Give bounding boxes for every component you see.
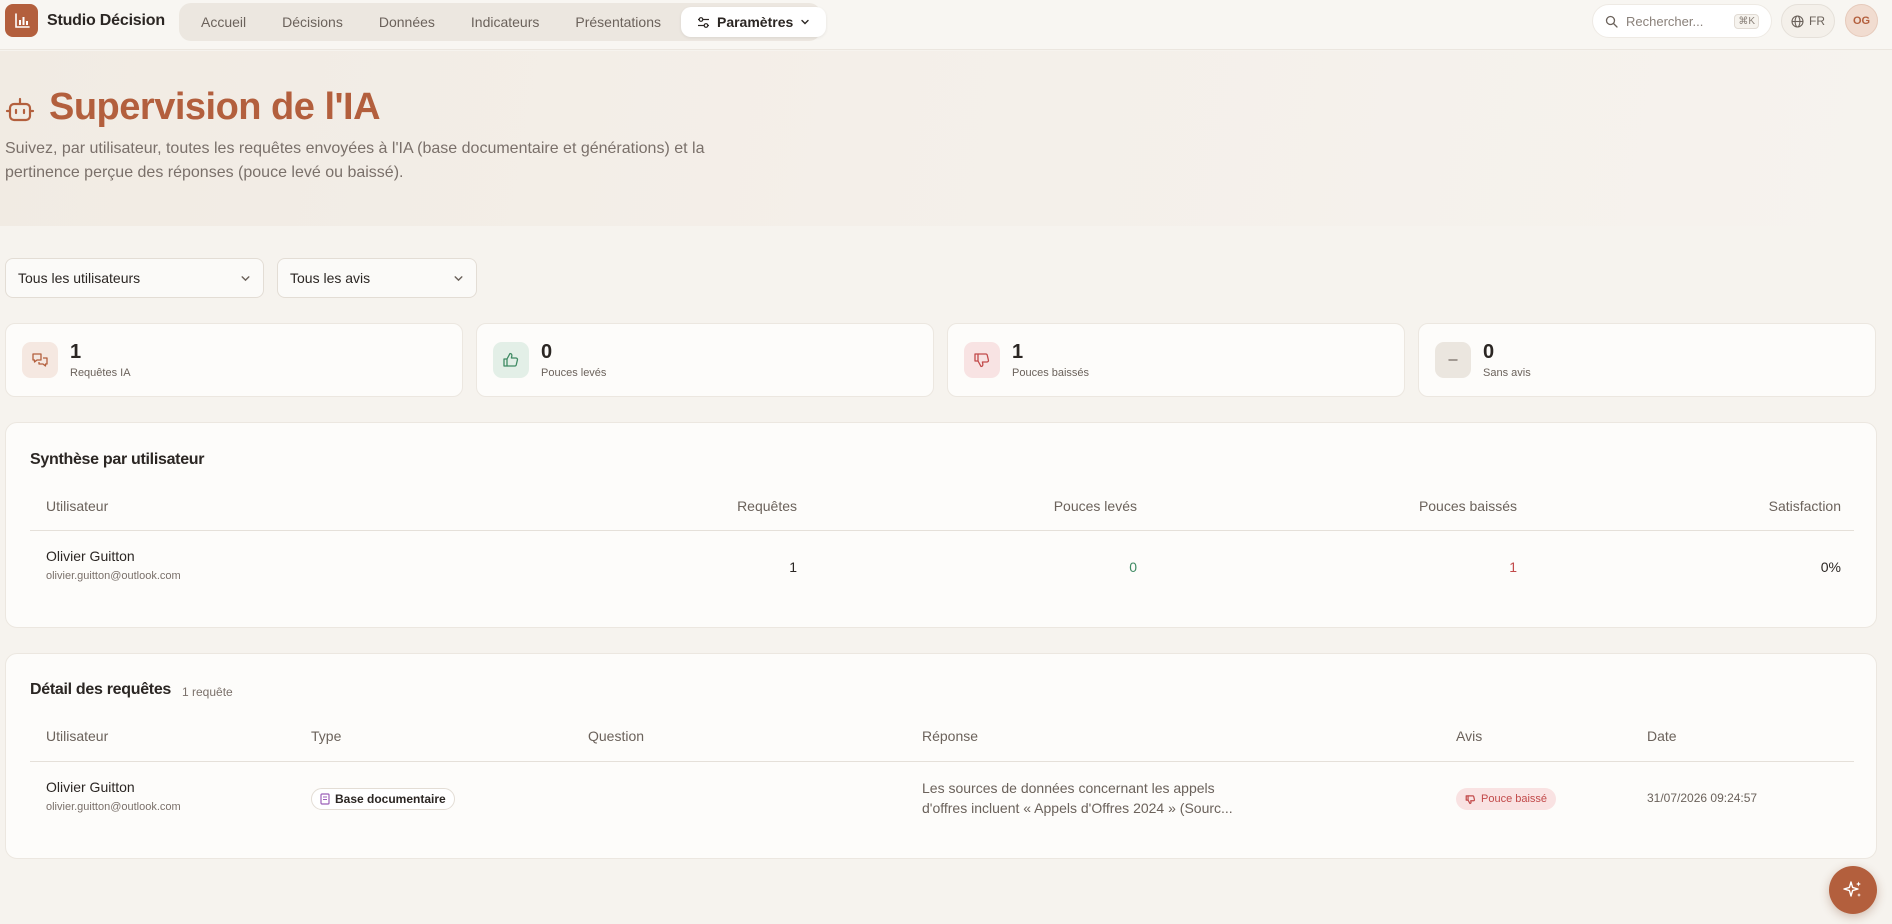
sliders-icon: [697, 16, 709, 28]
nav-item-parametres[interactable]: Paramètres: [680, 7, 827, 37]
col-header-thumbs-down: Pouces baissés: [1418, 498, 1517, 514]
search-box[interactable]: Rechercher... ⌘K: [1592, 4, 1772, 38]
user-filter-select[interactable]: Tous les utilisateurs: [5, 258, 264, 298]
app-logo[interactable]: [5, 4, 38, 37]
stat-card-no-opinion: 0 Sans avis: [1418, 323, 1876, 397]
thumbs-down-count: 1: [1509, 559, 1517, 575]
request-date: 31/07/2026 09:24:57: [1647, 791, 1758, 805]
thumbs-down-icon: [974, 353, 990, 368]
type-badge-label: Base documentaire: [335, 792, 446, 806]
user-filter-value: Tous les utilisateurs: [18, 270, 141, 286]
nav-item-decisions[interactable]: Décisions: [264, 7, 361, 37]
language-code: FR: [1809, 14, 1825, 28]
robot-icon: [5, 97, 35, 122]
stat-card-thumbs-down: 1 Pouces baissés: [947, 323, 1405, 397]
thumbs-up-count: 0: [1129, 559, 1137, 575]
bar-chart-icon: [14, 12, 30, 28]
page-subtitle: Suivez, par utilisateur, toutes les requ…: [5, 140, 705, 181]
page-header: Supervision de l'IA Suivez, par utilisat…: [0, 51, 1892, 226]
type-badge: Base documentaire: [311, 788, 455, 810]
chat-icon: [32, 353, 48, 367]
language-switcher[interactable]: FR: [1781, 4, 1835, 38]
request-count-label: 1 requête: [182, 685, 233, 699]
response-line: d'offres incluent « Appels d'Offres 2024…: [922, 800, 1233, 816]
user-email: olivier.guitton@outlook.com: [46, 801, 181, 813]
thumbs-down-icon: [1465, 794, 1476, 804]
col-header-requests: Requêtes: [737, 498, 797, 514]
search-icon: [1605, 15, 1618, 28]
summary-panel: Synthèse par utilisateur Utilisateur Req…: [5, 422, 1877, 628]
summary-title: Synthèse par utilisateur: [30, 451, 205, 468]
stat-label: Pouces levés: [541, 367, 607, 379]
minus-icon: [1448, 359, 1458, 361]
chevron-down-icon: [801, 19, 809, 25]
response-line: Les sources de données concernant les ap…: [922, 780, 1215, 796]
col-header-satisfaction: Satisfaction: [1768, 498, 1841, 514]
col-header-user: Utilisateur: [46, 498, 109, 514]
sparkles-icon: [1843, 881, 1861, 897]
col-header-question: Question: [588, 728, 645, 744]
stat-card-requests: 1 Requêtes IA: [5, 323, 463, 397]
avis-filter-select[interactable]: Tous les avis: [277, 258, 477, 298]
stat-value: 1: [70, 341, 82, 363]
ai-assistant-button[interactable]: [1829, 866, 1877, 914]
col-header-avis: Avis: [1456, 728, 1483, 744]
user-email: olivier.guitton@outlook.com: [46, 570, 181, 582]
search-shortcut: ⌘K: [1734, 13, 1759, 29]
stat-label: Requêtes IA: [70, 367, 131, 379]
response-text: Les sources de données concernant les ap…: [922, 778, 1322, 818]
top-bar: Studio Décision Accueil Décisions Donnée…: [0, 0, 1892, 50]
nav-item-donnees[interactable]: Données: [361, 7, 453, 37]
search-placeholder: Rechercher...: [1626, 13, 1704, 29]
avis-filter-value: Tous les avis: [290, 270, 371, 286]
app-brand[interactable]: Studio Décision: [47, 12, 165, 30]
stat-card-thumbs-up: 0 Pouces levés: [476, 323, 934, 397]
chevron-down-icon: [241, 275, 250, 281]
stat-value: 0: [1483, 341, 1495, 363]
nav-item-parametres-label: Paramètres: [716, 14, 794, 30]
col-header-thumbs-up: Pouces levés: [1053, 498, 1137, 514]
page-title: Supervision de l'IA: [49, 86, 381, 128]
chevron-down-icon: [454, 275, 463, 281]
nav-item-indicateurs[interactable]: Indicateurs: [453, 7, 557, 37]
col-header-user: Utilisateur: [46, 728, 109, 744]
nav-item-accueil[interactable]: Accueil: [183, 7, 264, 37]
user-avatar[interactable]: OG: [1845, 4, 1878, 37]
avis-badge-label: Pouce baissé: [1481, 793, 1548, 805]
detail-title: Détail des requêtes: [30, 681, 172, 698]
user-name: Olivier Guitton: [46, 548, 135, 564]
thumbs-up-icon: [503, 352, 519, 367]
user-name: Olivier Guitton: [46, 779, 135, 795]
main-nav: Accueil Décisions Données Indicateurs Pr…: [179, 3, 827, 41]
table-divider: [30, 530, 1854, 531]
requests-count: 1: [789, 559, 797, 575]
satisfaction-value: 0%: [1820, 559, 1841, 575]
avis-badge: Pouce baissé: [1456, 788, 1557, 810]
table-divider: [30, 761, 1854, 762]
document-icon: [320, 793, 330, 805]
globe-icon: [1791, 14, 1804, 28]
stat-value: 1: [1012, 341, 1024, 363]
col-header-response: Réponse: [922, 728, 979, 744]
col-header-type: Type: [311, 728, 342, 744]
detail-panel: Détail des requêtes 1 requête Utilisateu…: [5, 653, 1877, 859]
nav-item-presentations[interactable]: Présentations: [557, 7, 679, 37]
stat-label: Sans avis: [1483, 367, 1531, 379]
stat-label: Pouces baissés: [1012, 367, 1090, 379]
stat-value: 0: [541, 341, 553, 363]
col-header-date: Date: [1647, 728, 1677, 744]
